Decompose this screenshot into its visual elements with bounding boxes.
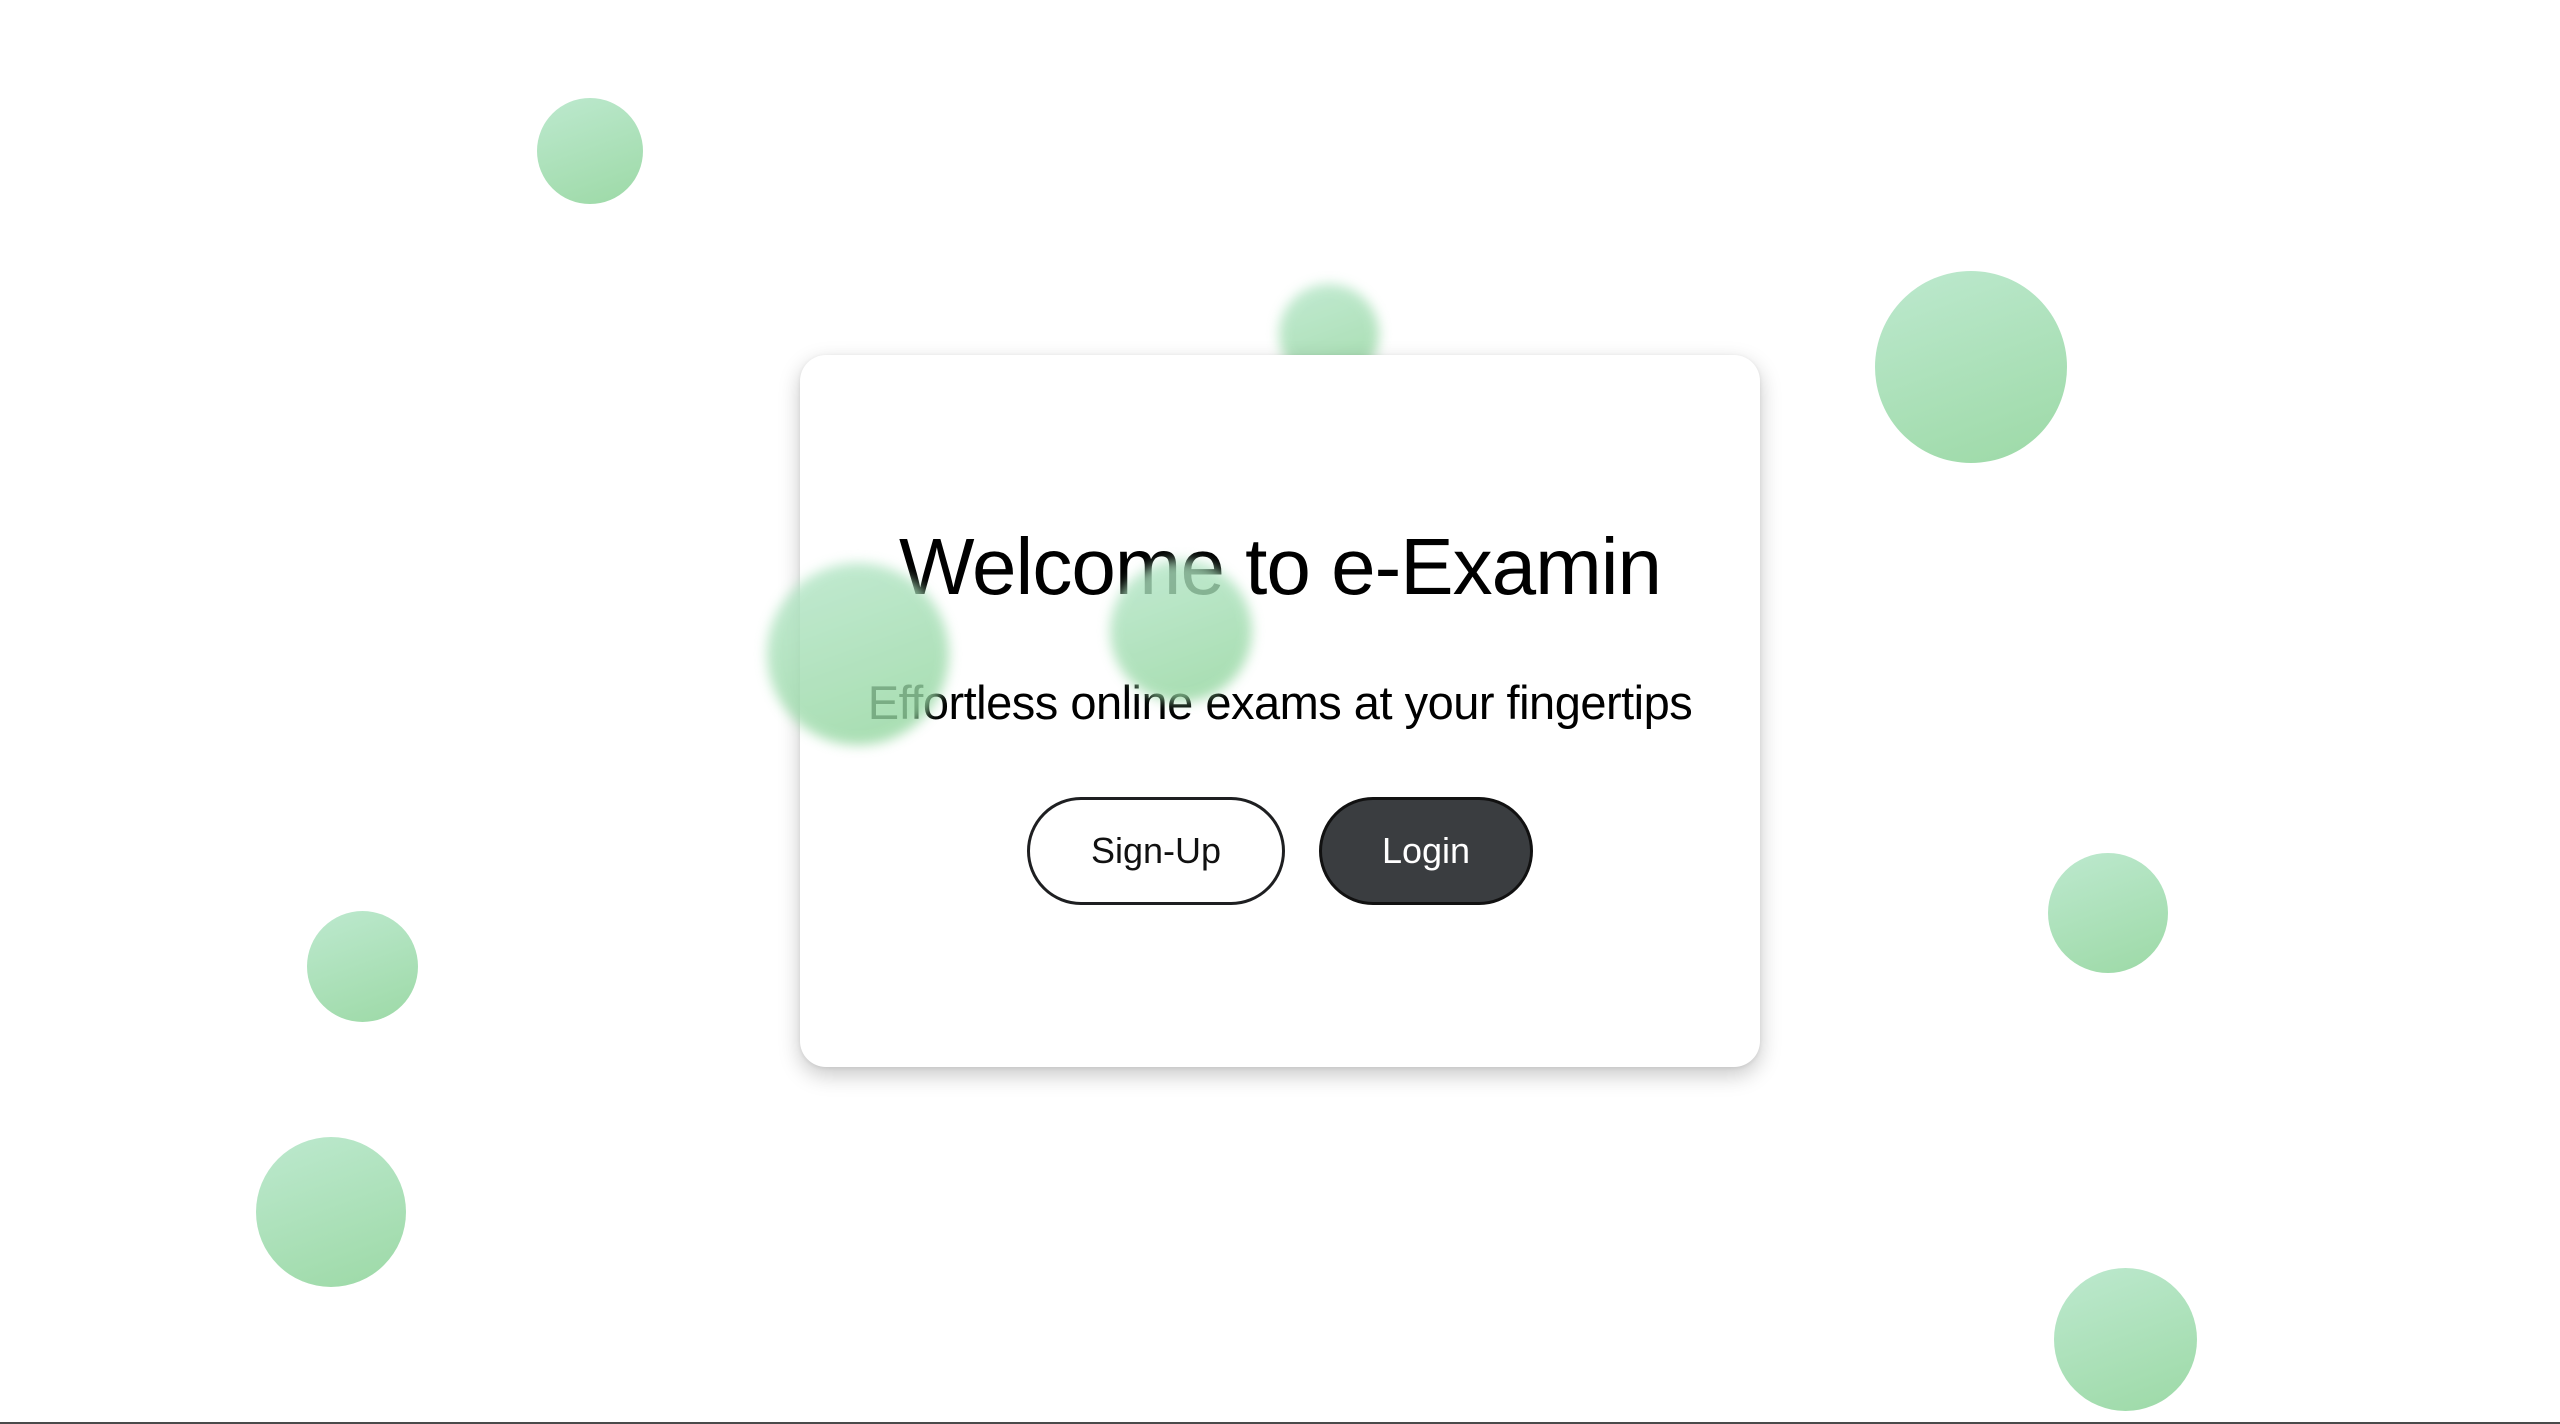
decor-bubble — [767, 563, 949, 745]
welcome-card: Welcome to e-Examin Effortless online ex… — [800, 355, 1760, 1067]
decor-bubble — [307, 911, 418, 1022]
landing-page: Welcome to e-Examin Effortless online ex… — [0, 0, 2560, 1424]
auth-actions: Sign-Up Login — [800, 797, 1760, 905]
decor-bubble — [256, 1137, 406, 1287]
decor-bubble — [2048, 853, 2168, 973]
decor-bubble — [537, 98, 643, 204]
decor-bubble — [1110, 560, 1252, 702]
decor-bubble — [1875, 271, 2067, 463]
decor-bubble — [2054, 1268, 2197, 1411]
page-title: Welcome to e-Examin — [898, 522, 1662, 611]
login-button[interactable]: Login — [1319, 797, 1533, 905]
signup-button[interactable]: Sign-Up — [1027, 797, 1285, 905]
